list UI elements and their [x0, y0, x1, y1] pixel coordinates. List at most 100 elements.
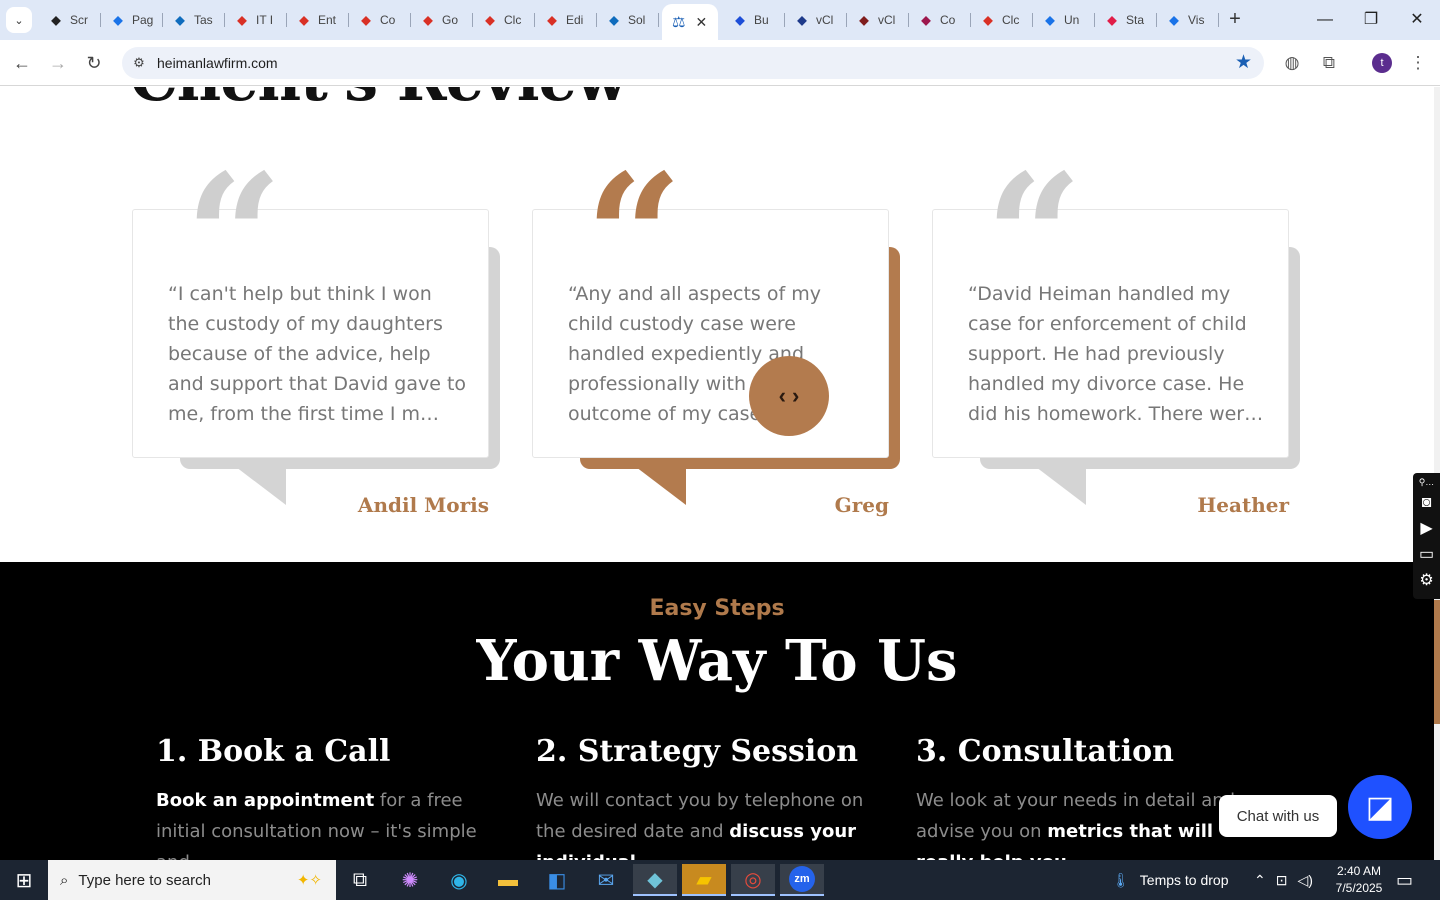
- tab-separator: [596, 13, 597, 27]
- feather-icon: ◆: [1107, 13, 1117, 27]
- chrome-dev-icon: ◆: [51, 13, 61, 27]
- arrow-left-icon: ←: [13, 52, 31, 73]
- bookmark-star-icon[interactable]: ★: [1235, 51, 1252, 74]
- close-tab-icon[interactable]: ✕: [695, 14, 707, 31]
- taskbar-clock[interactable]: 2:40 AM 7/5/2025: [1330, 863, 1388, 897]
- tab-label: Go: [442, 13, 459, 27]
- browser-tab[interactable]: ◆ Sta: [1098, 8, 1158, 32]
- scrollbar-thumb[interactable]: [1434, 600, 1440, 724]
- tab-separator: [348, 13, 349, 27]
- diamond-red-icon: ◆: [485, 13, 495, 27]
- browser-tab[interactable]: ◆ Sol: [600, 8, 660, 32]
- v-icon: ◆: [859, 13, 869, 27]
- tasks-icon: ◆: [609, 13, 619, 27]
- browser-tab[interactable]: ◆ Bu: [726, 8, 786, 32]
- browser-tab[interactable]: ◆ Co: [912, 8, 972, 32]
- extensions-icon[interactable]: ⧉: [1317, 51, 1341, 75]
- tab-label: Tas: [194, 13, 213, 27]
- chevron-right-icon[interactable]: ›: [792, 383, 799, 409]
- app-icon[interactable]: ◆: [633, 864, 677, 896]
- tab-search-button[interactable]: ⌄: [6, 7, 32, 33]
- tab-label: Un: [1064, 13, 1080, 27]
- browser-tab[interactable]: ◆ vCl: [850, 8, 910, 32]
- site-settings-icon[interactable]: ⚙: [130, 54, 148, 72]
- active-tab[interactable]: ⚖ ✕: [662, 4, 718, 40]
- card-tail: [636, 467, 686, 505]
- browser-tab[interactable]: ◆ Ent: [290, 8, 350, 32]
- file-explorer-icon[interactable]: ▬: [486, 864, 530, 896]
- browser-tab[interactable]: ◆ Clc: [974, 8, 1034, 32]
- diamond-red-icon: ◆: [547, 13, 557, 27]
- minimize-button[interactable]: —: [1310, 6, 1340, 34]
- step-text: We look at your needs in detail and advi…: [916, 785, 1256, 860]
- pin-icon[interactable]: ⚲…: [1419, 477, 1435, 488]
- diamond-red-icon: ◆: [237, 13, 247, 27]
- chevron-left-icon[interactable]: ‹: [779, 383, 786, 409]
- review-card: “ “Any and all aspects of my child custo…: [532, 152, 904, 509]
- clock-time: 2:40 AM: [1336, 864, 1382, 878]
- browser-tab[interactable]: ◆ Un: [1036, 8, 1096, 32]
- thermometer-icon: 🌡: [1112, 871, 1130, 888]
- notification-icon[interactable]: ▭: [1396, 860, 1413, 900]
- step-text: Book an appointment for a free initial c…: [156, 785, 496, 860]
- circle-icon: ◆: [921, 13, 931, 27]
- camera-icon[interactable]: ◙: [1422, 494, 1432, 512]
- browser-tab[interactable]: ◆ Scr: [42, 8, 102, 32]
- card-tail: [236, 467, 286, 505]
- window-icon[interactable]: ▭: [1419, 544, 1434, 564]
- forward-button[interactable]: →: [46, 51, 70, 75]
- review-text: “I can't help but think I won the custod…: [168, 283, 467, 425]
- zoom-icon[interactable]: zm: [780, 864, 824, 896]
- steps-title: Your Way To Us: [476, 628, 958, 694]
- volume-icon[interactable]: ◁): [1297, 872, 1312, 889]
- browser-tab[interactable]: ◆ Tas: [166, 8, 226, 32]
- address-bar[interactable]: ⚙ heimanlawfirm.com ★: [122, 47, 1264, 79]
- tab-label: Vis: [1188, 13, 1205, 27]
- store-icon[interactable]: ◧: [535, 864, 579, 896]
- browser-tab[interactable]: ◆ vCl: [788, 8, 848, 32]
- back-button[interactable]: ←: [10, 51, 34, 75]
- browser-tab[interactable]: ◆ IT I: [228, 8, 288, 32]
- chat-launcher-button[interactable]: ◪: [1348, 775, 1412, 839]
- browser-tab[interactable]: ◆ Co: [352, 8, 412, 32]
- chevron-up-icon[interactable]: ⌃: [1254, 872, 1266, 889]
- tab-label: Co: [940, 13, 956, 27]
- gear-icon[interactable]: ⚙: [1419, 570, 1433, 590]
- capture-toolbar: ⚲… ◙ ▶ ▭ ⚙: [1413, 473, 1440, 599]
- browser-tab[interactable]: ◆ Clc: [476, 8, 536, 32]
- menu-kebab-icon[interactable]: ⋮: [1406, 51, 1430, 75]
- browser-toolbar: ← → ↻ ⚙ heimanlawfirm.com ★ ◍ ⧉ ⋮: [0, 40, 1440, 86]
- browser-tab[interactable]: ◆ Edi: [538, 8, 598, 32]
- mail-icon[interactable]: ✉: [584, 864, 628, 896]
- network-icon[interactable]: ⊡: [1276, 872, 1288, 889]
- carousel-nav-button[interactable]: ‹ ›: [749, 356, 829, 436]
- profile-avatar[interactable]: t: [1372, 53, 1392, 73]
- windows-start-button[interactable]: ⊞: [0, 860, 48, 900]
- tab-separator: [1218, 13, 1219, 27]
- browser-tab[interactable]: ◆ Go: [414, 8, 474, 32]
- browser-tab[interactable]: ◆ Pag: [104, 8, 164, 32]
- review-card: “ “David Heiman handled my case for enfo…: [932, 152, 1304, 509]
- sparkle-icon: ✦✧: [296, 872, 322, 889]
- tab-label: Clc: [1002, 13, 1020, 27]
- reload-button[interactable]: ↻: [82, 51, 106, 75]
- chrome-icon[interactable]: ◎: [731, 864, 775, 896]
- new-tab-button[interactable]: +: [1224, 8, 1246, 30]
- maximize-button[interactable]: ❐: [1356, 6, 1386, 34]
- tab-label: Co: [380, 13, 396, 27]
- windows-taskbar: ⊞ ⌕ Type here to search ✦✧ ⧉ ✺ ◉ ▬ ◧ ✉ ◆…: [0, 860, 1440, 900]
- x-blue-icon: ◆: [735, 13, 745, 27]
- copilot-icon[interactable]: ✺: [388, 864, 432, 896]
- translate-icon[interactable]: ◍: [1280, 51, 1304, 75]
- close-window-button[interactable]: ✕: [1402, 6, 1432, 34]
- diamond-red-icon: ◆: [423, 13, 433, 27]
- tab-separator: [100, 13, 101, 27]
- sticky-notes-icon[interactable]: ▰: [682, 864, 726, 896]
- browser-tab[interactable]: ◆ Vis: [1160, 8, 1220, 32]
- edge-icon[interactable]: ◉: [437, 864, 481, 896]
- video-icon[interactable]: ▶: [1420, 518, 1432, 538]
- chat-bubble[interactable]: Chat with us: [1219, 795, 1337, 837]
- task-view-icon[interactable]: ⧉: [338, 864, 382, 896]
- weather-widget[interactable]: 🌡 Temps to drop: [1112, 860, 1229, 900]
- taskbar-search[interactable]: ⌕ Type here to search ✦✧: [48, 860, 336, 900]
